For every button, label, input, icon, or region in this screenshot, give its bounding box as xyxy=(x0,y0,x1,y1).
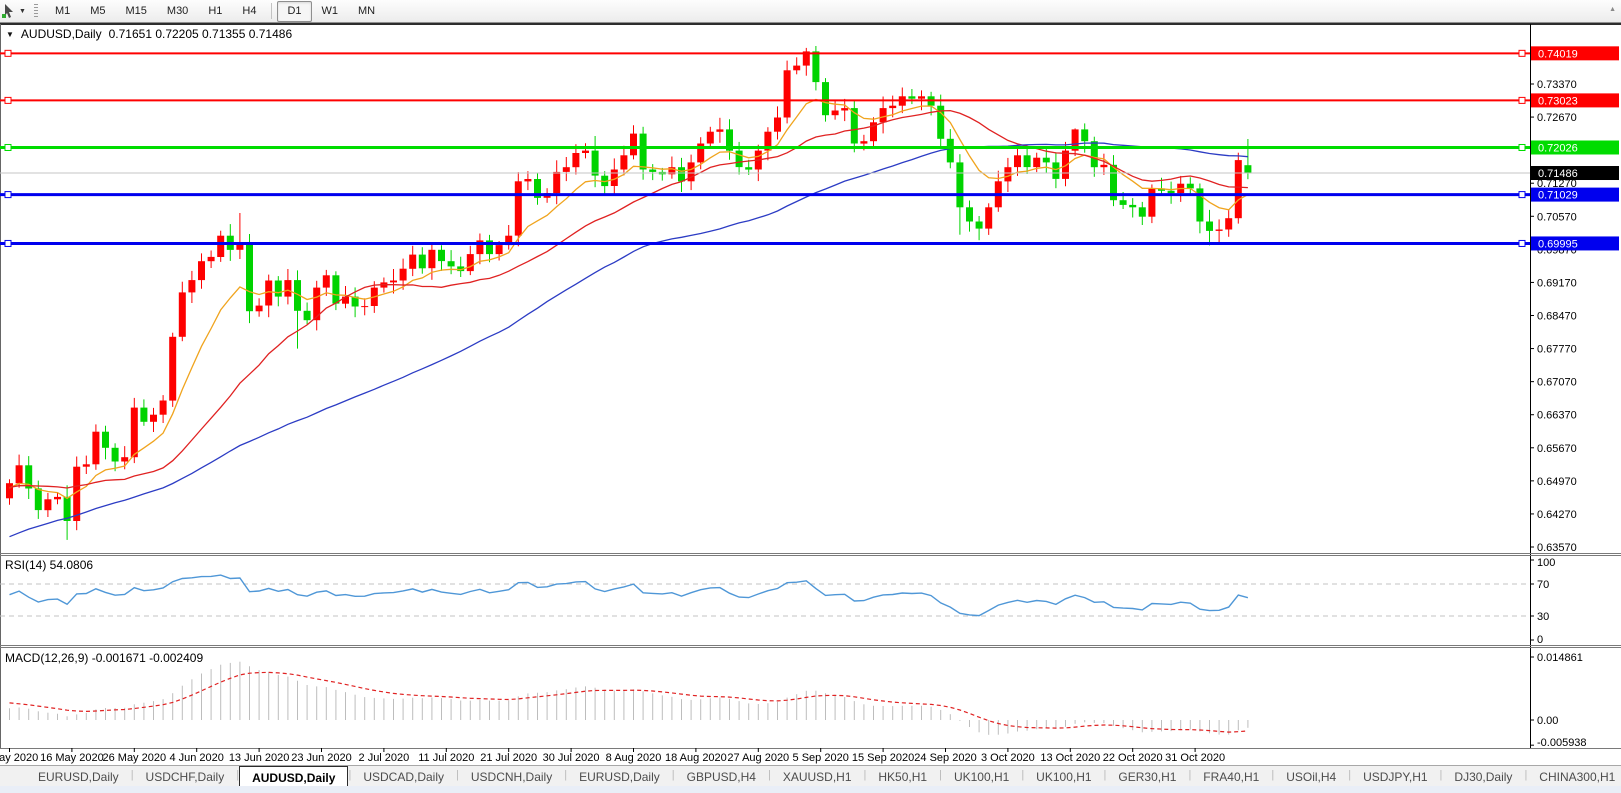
toolbar-separator xyxy=(271,3,272,19)
rsi-tick-label: 70 xyxy=(1537,579,1549,591)
timeframe-button-m1[interactable]: M1 xyxy=(45,1,80,22)
macd-tick-label: 0.014861 xyxy=(1537,652,1583,664)
macd-tick-label: 0.00 xyxy=(1537,715,1558,727)
date-tick-label: 16 May 2020 xyxy=(40,752,104,764)
chevron-down-icon[interactable]: ▼ xyxy=(19,8,26,15)
level-price-badge-label: 0.71029 xyxy=(1538,190,1578,202)
date-tick-label: 24 Sep 2020 xyxy=(914,752,976,764)
price-tick-label: 0.64970 xyxy=(1537,476,1577,488)
level-anchor-right[interactable] xyxy=(1519,97,1525,103)
tab-hk50-h1[interactable]: HK50,H1 xyxy=(866,766,939,786)
tab-dj30-daily[interactable]: DJ30,Daily xyxy=(1442,766,1524,786)
date-tick-label: 13 Oct 2020 xyxy=(1040,752,1100,764)
level-anchor-right[interactable] xyxy=(1519,144,1525,150)
timeframe-button-m15[interactable]: M15 xyxy=(116,1,157,22)
tab-audusd-daily[interactable]: AUDUSD,Daily xyxy=(239,766,348,786)
date-tick-label: 11 Jul 2020 xyxy=(418,752,474,764)
chart-tabbar: EURUSD,Daily|USDCHF,Daily|AUDUSD,Daily|U… xyxy=(0,765,1621,786)
price-tick-label: 0.69170 xyxy=(1537,277,1577,289)
cursor-tool-icon[interactable] xyxy=(1,3,17,19)
price-tick-label: 0.70570 xyxy=(1537,211,1577,223)
toolbar-overflow-icon[interactable]: ▲ xyxy=(1609,6,1616,13)
timeframe-button-h1[interactable]: H1 xyxy=(198,1,232,22)
date-tick-label: 30 Jul 2020 xyxy=(543,752,600,764)
price-tick-label: 0.72670 xyxy=(1537,112,1577,124)
rsi-tick-label: 100 xyxy=(1537,557,1555,569)
level-anchor-left[interactable] xyxy=(5,50,11,56)
level-price-badge-label: 0.73023 xyxy=(1538,95,1578,107)
macd-indicator-label: MACD(12,26,9) -0.001671 -0.002409 xyxy=(5,651,203,665)
tab-usdcnh-daily[interactable]: USDCNH,Daily xyxy=(459,766,564,786)
price-tick-label: 0.68470 xyxy=(1537,311,1577,323)
date-tick-label: 8 Aug 2020 xyxy=(606,752,662,764)
timeframe-button-d1[interactable]: D1 xyxy=(277,1,311,22)
tab-uk100-h1[interactable]: UK100,H1 xyxy=(1024,766,1103,786)
date-tick-label: 15 Sep 2020 xyxy=(852,752,914,764)
tab-gbpusd-h4[interactable]: GBPUSD,H4 xyxy=(675,766,768,786)
tab-eurusd-daily[interactable]: EURUSD,Daily xyxy=(567,766,672,786)
date-tick-label: 7 May 2020 xyxy=(0,752,38,764)
price-tick-label: 0.67770 xyxy=(1537,344,1577,356)
timeframe-button-h4[interactable]: H4 xyxy=(232,1,266,22)
level-price-badge-label: 0.74019 xyxy=(1538,48,1578,60)
date-tick-label: 3 Oct 2020 xyxy=(981,752,1035,764)
level-anchor-right[interactable] xyxy=(1519,240,1525,246)
price-tick-label: 0.66370 xyxy=(1537,410,1577,422)
timeframe-button-m5[interactable]: M5 xyxy=(80,1,115,22)
date-tick-label: 2 Jul 2020 xyxy=(359,752,410,764)
date-tick-label: 31 Oct 2020 xyxy=(1165,752,1225,764)
rsi-indicator-label: RSI(14) 54.0806 xyxy=(5,558,93,572)
chart-symbol-label: AUDUSD,Daily xyxy=(21,27,102,41)
price-tick-label: 0.73370 xyxy=(1537,79,1577,91)
timeframe-button-mn[interactable]: MN xyxy=(348,1,385,22)
timeframe-button-w1[interactable]: W1 xyxy=(312,1,349,22)
collapse-icon[interactable]: ▼ xyxy=(6,30,14,39)
tab-fra40-h1[interactable]: FRA40,H1 xyxy=(1191,766,1271,786)
chart-background xyxy=(0,24,1621,765)
price-tick-label: 0.65670 xyxy=(1537,443,1577,455)
tab-china300-h1[interactable]: CHINA300,H1 xyxy=(1527,766,1621,786)
date-tick-label: 5 Sep 2020 xyxy=(793,752,849,764)
date-tick-label: 18 Aug 2020 xyxy=(665,752,727,764)
macd-tick-label: -0.005938 xyxy=(1537,737,1587,749)
tab-ger30-h1[interactable]: GER30,H1 xyxy=(1106,766,1188,786)
timeframe-button-m30[interactable]: M30 xyxy=(157,1,198,22)
chart-title: ▼ AUDUSD,Daily 0.71651 0.72205 0.71355 0… xyxy=(6,27,292,41)
price-tick-label: 0.64270 xyxy=(1537,509,1577,521)
level-anchor-left[interactable] xyxy=(5,192,11,198)
date-tick-label: 23 Jun 2020 xyxy=(291,752,352,764)
top-toolbar: ▼ M1M5M15M30H1H4 D1W1MN ▲ xyxy=(0,0,1621,23)
level-anchor-right[interactable] xyxy=(1519,192,1525,198)
tab-usdchf-daily[interactable]: USDCHF,Daily xyxy=(134,766,237,786)
rsi-tick-label: 0 xyxy=(1537,634,1543,646)
date-tick-label: 13 Jun 2020 xyxy=(229,752,290,764)
level-anchor-left[interactable] xyxy=(5,97,11,103)
price-chart[interactable]: 0.733700.726700.719700.712700.705700.698… xyxy=(0,0,1621,793)
tab-xauusd-h1[interactable]: XAUUSD,H1 xyxy=(771,766,864,786)
status-strip xyxy=(0,786,1621,793)
level-anchor-left[interactable] xyxy=(5,144,11,150)
level-anchor-right[interactable] xyxy=(1519,50,1525,56)
level-price-badge-label: 0.72026 xyxy=(1538,142,1578,154)
price-tick-label: 0.67070 xyxy=(1537,377,1577,389)
level-anchor-left[interactable] xyxy=(5,240,11,246)
current-price-badge-label: 0.71486 xyxy=(1538,168,1578,180)
date-tick-label: 27 Aug 2020 xyxy=(727,752,789,764)
tab-usdjpy-h1[interactable]: USDJPY,H1 xyxy=(1351,766,1439,786)
date-tick-label: 21 Jul 2020 xyxy=(480,752,537,764)
rsi-tick-label: 30 xyxy=(1537,611,1549,623)
tab-usdcad-daily[interactable]: USDCAD,Daily xyxy=(351,766,456,786)
tab-uk100-h1[interactable]: UK100,H1 xyxy=(942,766,1021,786)
tab-eurusd-daily[interactable]: EURUSD,Daily xyxy=(26,766,131,786)
price-tick-label: 0.63570 xyxy=(1537,542,1577,554)
date-tick-label: 22 Oct 2020 xyxy=(1103,752,1163,764)
level-price-badge-label: 0.69995 xyxy=(1538,238,1578,250)
date-tick-label: 26 May 2020 xyxy=(102,752,166,764)
date-tick-label: 4 Jun 2020 xyxy=(169,752,223,764)
chart-ohlc-values: 0.71651 0.72205 0.71355 0.71486 xyxy=(109,27,293,41)
toolbar-grip[interactable] xyxy=(34,4,38,19)
tab-usoil-h4[interactable]: USOil,H4 xyxy=(1274,766,1348,786)
